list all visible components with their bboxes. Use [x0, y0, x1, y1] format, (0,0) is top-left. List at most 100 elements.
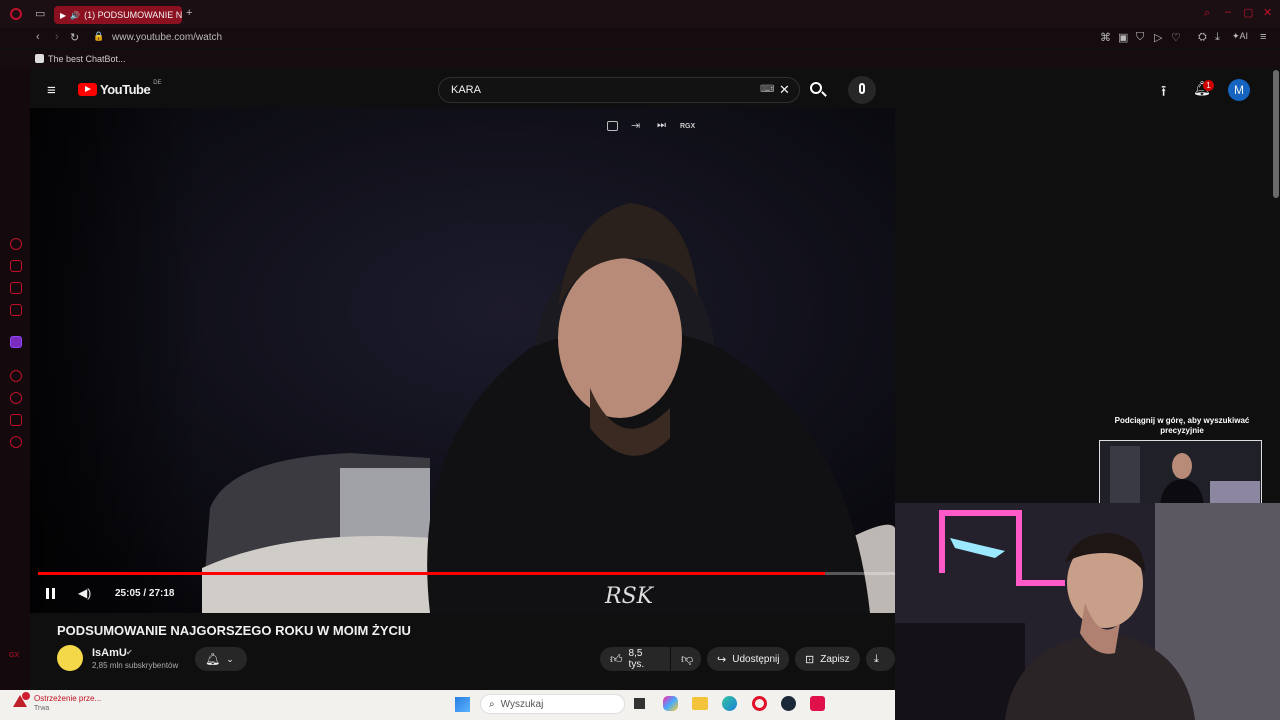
volume-icon[interactable]: ◀) — [78, 586, 91, 600]
settings-icon[interactable] — [10, 436, 22, 448]
miniplayer-hint: Podciągnij w górę, aby wyszukiwać precyz… — [1114, 416, 1250, 435]
hamburger-menu-icon[interactable]: ≡ — [47, 82, 56, 99]
menu-icon[interactable]: ≡ — [1260, 31, 1266, 43]
taskbar-search[interactable]: ⌕ Wyszukaj — [480, 694, 625, 714]
webcam-overlay — [895, 503, 1280, 720]
search-input[interactable]: KARA — [438, 77, 800, 103]
warning-title[interactable]: Ostrzeżenie prze... — [34, 694, 101, 703]
thumbs-up-icon: 👍︎ — [610, 651, 623, 666]
video-player[interactable]: RSK — [30, 108, 895, 613]
youtube-wordmark: YouTube — [100, 82, 151, 97]
scrollbar[interactable] — [1273, 70, 1279, 198]
warning-subtitle: Trwa — [34, 705, 50, 712]
gx-control-icon[interactable] — [10, 260, 22, 272]
ai-icon[interactable]: ✦AI — [1232, 31, 1248, 42]
skip-icon[interactable]: ⏭ — [657, 120, 666, 131]
search-tabs-icon[interactable]: ⌕ — [1204, 7, 1210, 20]
history-icon[interactable] — [10, 392, 22, 404]
copilot-icon[interactable] — [663, 696, 678, 711]
save-button[interactable]: ⊡ Zapisz — [795, 647, 860, 671]
region-label: DE — [153, 79, 162, 86]
upload-icon[interactable]: ⭱ — [1161, 81, 1166, 106]
share-icon: ↪ — [717, 653, 727, 666]
bookmarks-bar: The best ChatBot... — [0, 50, 1280, 68]
share-label: Udostępnij — [732, 653, 780, 665]
download-button[interactable]: ⤓ — [866, 647, 895, 671]
microphone-icon — [859, 83, 865, 94]
notification-badge: 1 — [1203, 80, 1214, 91]
player-icon[interactable]: ▷ — [1154, 31, 1162, 44]
bookmark-item[interactable]: The best ChatBot... — [48, 54, 126, 64]
pause-icon[interactable] — [46, 588, 55, 599]
gx-corner-icon[interactable] — [10, 282, 22, 294]
file-explorer-icon[interactable] — [692, 697, 708, 710]
download-video-icon: ⤓ — [874, 652, 879, 665]
subscribe-bell-button[interactable]: 🔔︎ ⌄ — [195, 647, 247, 671]
minimize-icon[interactable]: – — [1225, 6, 1231, 18]
time-display: 25:05 / 27:18 — [115, 588, 175, 599]
webcam-feed — [895, 503, 1280, 720]
youtube-favicon-icon: ▶ — [60, 10, 67, 20]
forward-icon[interactable]: › — [55, 31, 59, 43]
close-window-icon[interactable]: ✕ — [1263, 6, 1272, 19]
channel-avatar[interactable] — [57, 645, 83, 671]
twitch-icon[interactable] — [10, 336, 22, 348]
address-bar: ‹ › ↻ 🔒 www.youtube.com/watch ⌘ ▣ ⛉ ▷ ♡ … — [0, 28, 1280, 48]
pip-icon[interactable] — [607, 121, 618, 131]
youtube-logo[interactable]: YouTube DE — [78, 79, 162, 97]
warning-badge — [22, 692, 30, 700]
messenger-icon[interactable] — [10, 304, 22, 316]
task-view-icon[interactable] — [634, 698, 645, 709]
channel-name[interactable]: IsAmU — [92, 647, 127, 659]
audio-icon[interactable]: 🔊 — [70, 11, 80, 20]
taskbar-search-placeholder: Wyszukaj — [500, 698, 544, 710]
subscriber-count: 2,85 mln subskrybentów — [92, 661, 179, 670]
edge-icon[interactable] — [722, 696, 737, 711]
overlay-label[interactable]: RGX — [680, 123, 695, 130]
tiktok-icon[interactable] — [810, 696, 825, 711]
miniplayer-thumbnail — [1100, 441, 1261, 504]
voice-search-button[interactable] — [848, 76, 876, 104]
search-query: KARA — [451, 84, 481, 96]
new-tab-icon[interactable]: + — [186, 7, 192, 19]
dislike-button[interactable]: 👎︎ — [671, 647, 701, 671]
heart-icon[interactable]: ♡ — [1171, 31, 1181, 44]
reload-icon[interactable]: ↻ — [70, 31, 79, 44]
extensions-sidebar-icon[interactable] — [10, 414, 22, 426]
hoodie-logo: RSK — [604, 584, 655, 609]
steam-icon[interactable] — [781, 696, 796, 711]
browser-tab-bar: ▭ ▶ 🔊 (1) PODSUMOWANIE N + ⌕ – ▢ ✕ — [0, 0, 1280, 28]
bookmark-icon: ⊡ — [805, 653, 815, 666]
opera-gx-taskbar-icon[interactable] — [752, 696, 767, 711]
account-avatar[interactable]: M — [1228, 79, 1250, 101]
clear-search-icon[interactable]: ✕ — [779, 82, 790, 98]
extensions-icon[interactable]: ⌘ — [1100, 31, 1111, 44]
progress-bar — [38, 572, 825, 575]
player-sidebar-icon[interactable] — [10, 370, 22, 382]
gx-logo-icon: GX — [9, 652, 20, 659]
snapshot-icon[interactable]: ▣ — [1118, 31, 1128, 44]
opera-logo-icon[interactable] — [10, 8, 22, 20]
keyboard-icon[interactable]: ⌨ — [760, 84, 774, 95]
back-icon[interactable]: ‹ — [36, 31, 40, 43]
save-label: Zapisz — [820, 653, 850, 665]
bookmark-favicon-icon — [35, 54, 44, 63]
chevron-down-icon: ⌄ — [226, 653, 234, 664]
vpn-icon[interactable]: ⛉ — [1136, 31, 1144, 44]
active-tab[interactable]: ▶ 🔊 (1) PODSUMOWANIE N — [54, 6, 182, 24]
download-icon[interactable]: ⤓ — [1215, 31, 1220, 44]
miniplayer[interactable] — [1099, 440, 1262, 505]
bell-icon: 🔔︎ — [205, 652, 221, 666]
like-button[interactable]: 👍︎ 8,5 tys. — [600, 647, 670, 671]
url-field[interactable]: www.youtube.com/watch — [112, 32, 222, 43]
detach-icon[interactable]: ⇥ — [631, 119, 640, 132]
windows-start-icon[interactable] — [455, 697, 470, 712]
tab-manager-icon[interactable]: ▭ — [35, 7, 45, 20]
share-button[interactable]: ↪ Udostępnij — [707, 647, 789, 671]
search-button[interactable] — [802, 77, 832, 103]
wallet-icon[interactable]: ⛭ — [1198, 31, 1207, 44]
like-count: 8,5 tys. — [628, 648, 645, 670]
maximize-icon[interactable]: ▢ — [1243, 6, 1253, 19]
lock-icon: 🔒 — [93, 31, 105, 41]
aria-icon[interactable] — [10, 238, 22, 250]
